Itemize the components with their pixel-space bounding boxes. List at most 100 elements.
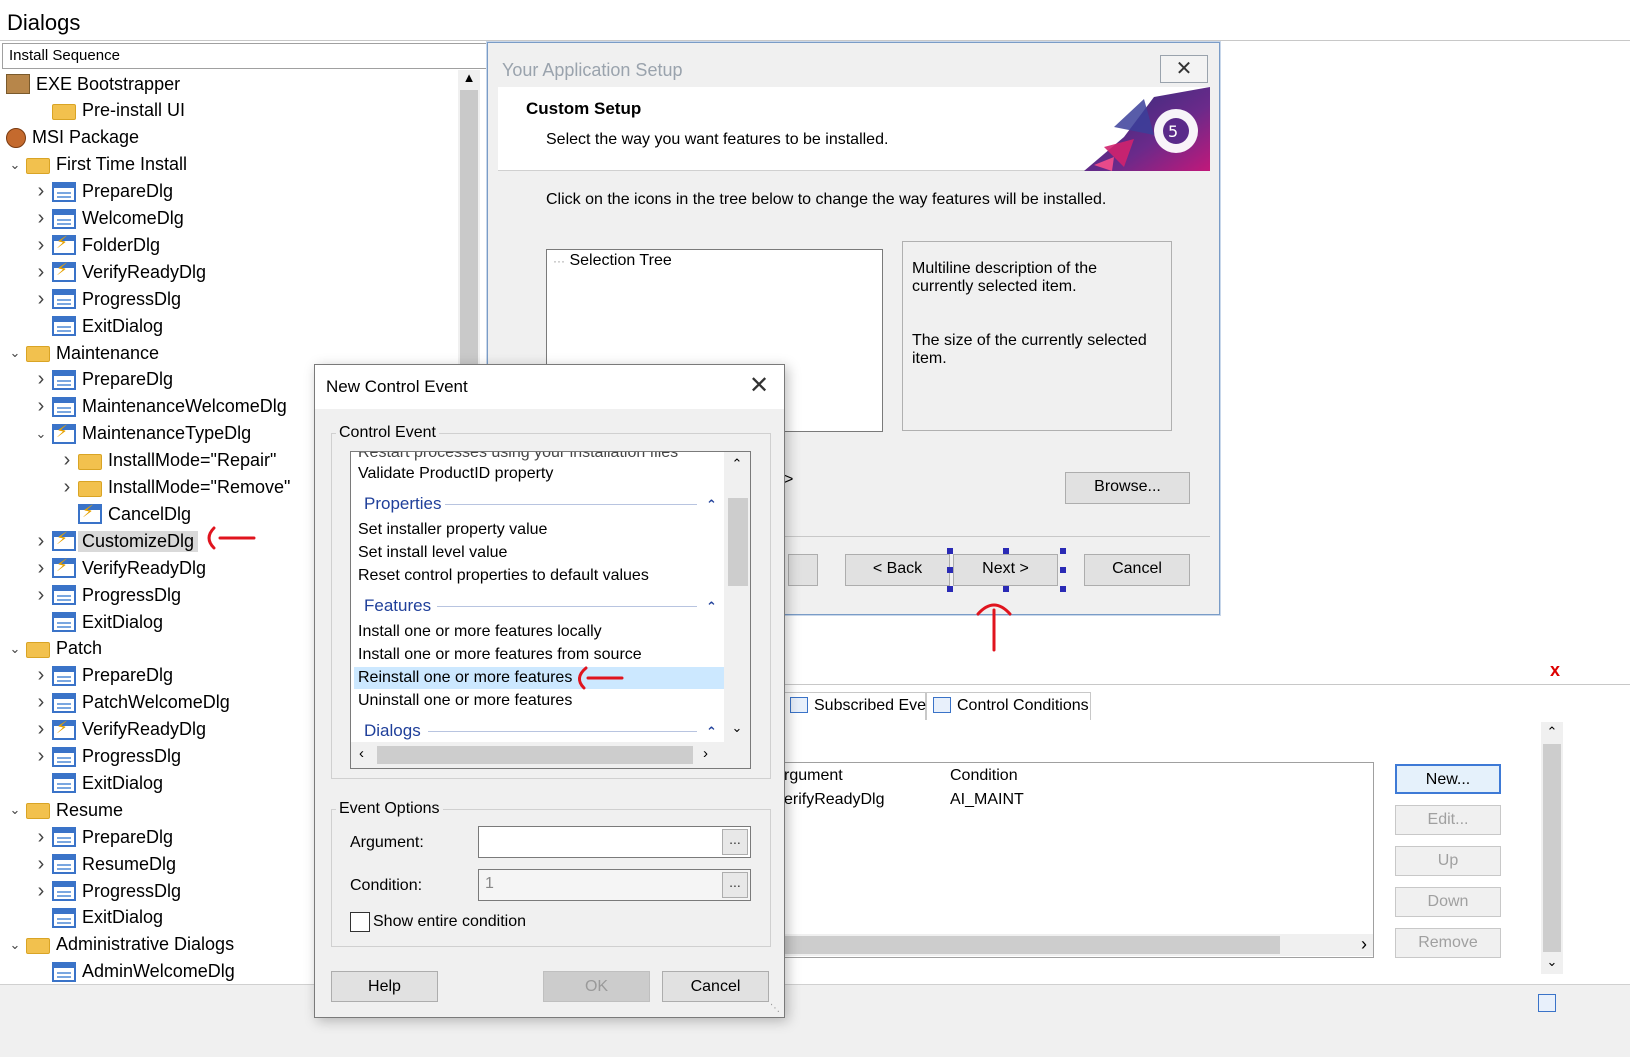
group-header-properties[interactable]: Properties bbox=[364, 494, 441, 514]
chevron-right-icon[interactable]: › bbox=[30, 207, 52, 230]
edit-button[interactable]: Edit... bbox=[1395, 805, 1501, 835]
close-icon[interactable]: ✕ bbox=[1160, 55, 1208, 83]
collapse-icon[interactable]: ⌃ bbox=[706, 497, 717, 513]
resize-grip-icon[interactable]: ⋱ bbox=[770, 1003, 780, 1014]
selection-handle[interactable] bbox=[1003, 548, 1009, 554]
scroll-down-icon[interactable]: ⌄ bbox=[724, 720, 750, 736]
table-cell-argument[interactable]: erifyReadyDlg bbox=[784, 791, 884, 809]
list-item[interactable]: Validate ProductID property bbox=[358, 465, 553, 483]
scroll-up-icon[interactable]: ⌃ bbox=[1541, 724, 1563, 740]
ok-button[interactable]: OK bbox=[543, 971, 650, 1002]
list-item[interactable]: Restart processes using your installatio… bbox=[358, 452, 678, 462]
tree-item[interactable]: EXE Bootstrapper bbox=[4, 70, 180, 98]
show-entire-condition-checkbox[interactable] bbox=[350, 912, 370, 932]
tree-item[interactable]: ExitDialog bbox=[30, 904, 163, 932]
group-header-dialogs[interactable]: Dialogs bbox=[364, 721, 421, 741]
tree-item[interactable]: › MaintenanceWelcomeDlg bbox=[30, 393, 287, 421]
tree-item[interactable]: ⌄ MaintenanceTypeDlg bbox=[30, 420, 251, 448]
scroll-thumb[interactable] bbox=[784, 936, 1280, 954]
tree-item[interactable]: › InstallMode="Remove" bbox=[56, 474, 291, 502]
tree-item[interactable]: ExitDialog bbox=[30, 769, 163, 797]
chevron-down-icon[interactable]: ⌄ bbox=[4, 345, 26, 361]
chevron-down-icon[interactable]: ⌄ bbox=[30, 426, 52, 442]
chevron-right-icon[interactable]: › bbox=[30, 368, 52, 391]
selection-handle[interactable] bbox=[1060, 548, 1066, 554]
condition-browse-button[interactable]: ... bbox=[722, 872, 748, 898]
collapse-icon[interactable]: ⌃ bbox=[706, 599, 717, 615]
scroll-thumb[interactable] bbox=[377, 746, 693, 764]
tree-item[interactable]: › CustomizeDlg bbox=[30, 527, 199, 555]
chevron-right-icon[interactable]: › bbox=[30, 530, 52, 553]
cancel-button[interactable]: Cancel bbox=[662, 971, 769, 1002]
selection-handle[interactable] bbox=[947, 567, 953, 573]
chevron-right-icon[interactable]: › bbox=[56, 476, 78, 499]
cancel-setup-button[interactable]: Cancel bbox=[1084, 554, 1190, 586]
group-header-features[interactable]: Features bbox=[364, 596, 431, 616]
tree-item[interactable]: ⌄ Maintenance bbox=[4, 339, 160, 367]
tree-item[interactable]: › PrepareDlg bbox=[30, 178, 173, 206]
tree-item[interactable]: › WelcomeDlg bbox=[30, 205, 184, 233]
scroll-thumb[interactable] bbox=[1543, 744, 1561, 952]
list-item[interactable]: Uninstall one or more features bbox=[358, 692, 572, 710]
column-header-condition[interactable]: Condition bbox=[950, 767, 1018, 785]
selection-handle[interactable] bbox=[947, 548, 953, 554]
chevron-down-icon[interactable]: ⌄ bbox=[4, 802, 26, 818]
remove-button[interactable]: Remove bbox=[1395, 928, 1501, 958]
tree-item[interactable]: MSI Package bbox=[4, 124, 139, 152]
tree-item[interactable]: › FolderDlg bbox=[30, 231, 160, 259]
chevron-right-icon[interactable]: › bbox=[56, 449, 78, 472]
list-vertical-scrollbar[interactable]: ⌃ ⌄ bbox=[724, 452, 750, 742]
tree-item[interactable]: › PrepareDlg bbox=[30, 366, 173, 394]
tree-item[interactable]: › ProgressDlg bbox=[30, 581, 181, 609]
list-item-selected[interactable]: Reinstall one or more features bbox=[354, 667, 724, 689]
tree-item[interactable]: ⌄ Patch bbox=[4, 635, 102, 663]
chevron-down-icon[interactable]: ⌄ bbox=[4, 641, 26, 657]
chevron-right-icon[interactable]: › bbox=[30, 234, 52, 257]
chevron-right-icon[interactable]: › bbox=[30, 880, 52, 903]
up-button[interactable]: Up bbox=[1395, 846, 1501, 876]
sequence-selector[interactable]: Install Sequence bbox=[2, 43, 500, 69]
chevron-right-icon[interactable]: › bbox=[30, 557, 52, 580]
list-item[interactable]: Install one or more features from source bbox=[358, 646, 642, 664]
chevron-right-icon[interactable]: › bbox=[1361, 934, 1367, 955]
argument-field[interactable]: ... bbox=[478, 826, 751, 858]
table-horizontal-scrollbar[interactable]: › bbox=[784, 934, 1373, 956]
tree-item[interactable]: CancelDlg bbox=[56, 500, 191, 528]
chevron-right-icon[interactable]: › bbox=[30, 745, 52, 768]
chevron-right-icon[interactable]: › bbox=[30, 288, 52, 311]
chevron-right-icon[interactable]: › bbox=[30, 826, 52, 849]
list-horizontal-scrollbar[interactable]: ‹ › bbox=[351, 742, 750, 768]
back-button[interactable]: < Back bbox=[845, 554, 950, 586]
panel-vertical-scrollbar[interactable]: ⌃ ⌄ bbox=[1541, 722, 1563, 974]
tree-item[interactable]: ⌄ Administrative Dialogs bbox=[4, 931, 235, 959]
show-entire-condition-label[interactable]: Show entire condition bbox=[373, 913, 526, 931]
column-header-argument[interactable]: rgument bbox=[784, 767, 843, 785]
chevron-down-icon[interactable]: ⌄ bbox=[4, 937, 26, 953]
chevron-right-icon[interactable]: › bbox=[30, 261, 52, 284]
argument-browse-button[interactable]: ... bbox=[722, 829, 748, 855]
new-button[interactable]: New... bbox=[1395, 764, 1501, 794]
tree-item[interactable]: ⌄ Resume bbox=[4, 796, 123, 824]
tree-item[interactable]: › ProgressDlg bbox=[30, 877, 181, 905]
next-button[interactable]: Next > bbox=[953, 554, 1058, 586]
chevron-right-icon[interactable]: › bbox=[30, 718, 52, 741]
help-button[interactable]: Help bbox=[331, 971, 438, 1002]
chevron-right-icon[interactable]: › bbox=[30, 180, 52, 203]
list-item[interactable]: Set installer property value bbox=[358, 521, 547, 539]
status-icon[interactable] bbox=[1538, 994, 1556, 1012]
chevron-right-icon[interactable]: › bbox=[30, 853, 52, 876]
tree-item[interactable]: › ProgressDlg bbox=[30, 285, 181, 313]
scroll-right-icon[interactable]: › bbox=[703, 745, 708, 762]
list-item[interactable]: Install one or more features locally bbox=[358, 623, 602, 641]
tree-item[interactable]: ExitDialog bbox=[30, 312, 163, 340]
scroll-down-icon[interactable]: ⌄ bbox=[1541, 954, 1563, 970]
tab-subscribed-events[interactable]: Subscribed Events bbox=[783, 692, 947, 720]
tree-item[interactable]: › VerifyReadyDlg bbox=[30, 554, 206, 582]
tree-item[interactable]: › PrepareDlg bbox=[30, 823, 173, 851]
tab-control-conditions[interactable]: Control Conditions bbox=[926, 692, 1091, 720]
tree-item[interactable]: › VerifyReadyDlg bbox=[30, 716, 206, 744]
tree-item[interactable]: ⌄ First Time Install bbox=[4, 151, 187, 179]
scroll-thumb[interactable] bbox=[728, 498, 748, 586]
event-list[interactable]: Restart processes using your installatio… bbox=[350, 451, 751, 769]
list-item[interactable]: Reset control properties to default valu… bbox=[358, 567, 649, 585]
